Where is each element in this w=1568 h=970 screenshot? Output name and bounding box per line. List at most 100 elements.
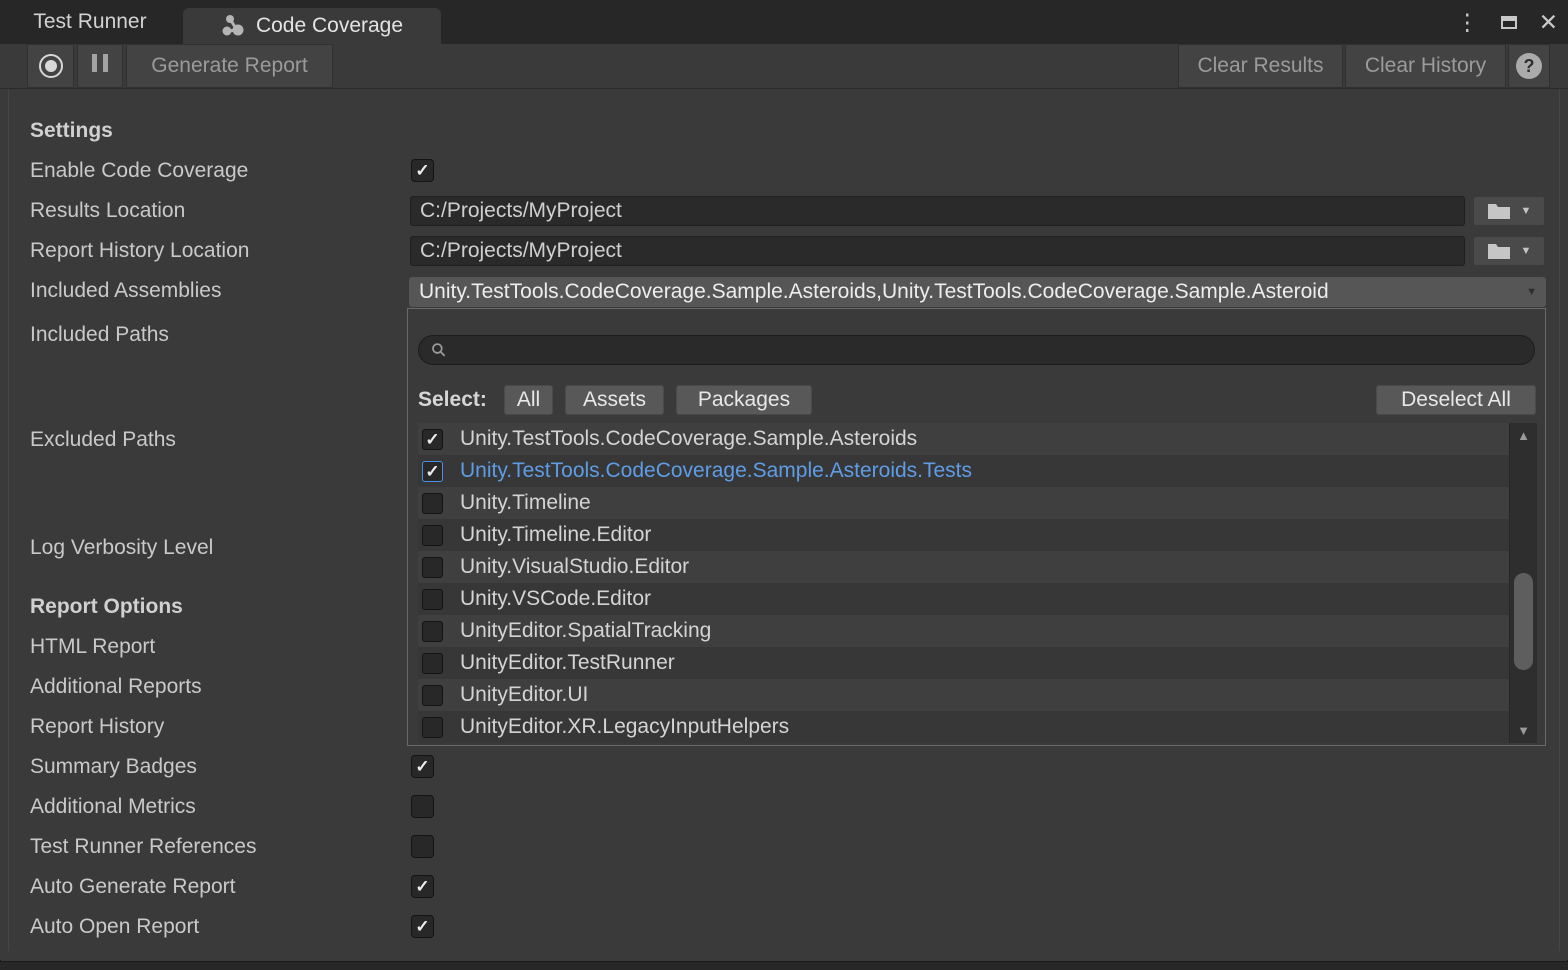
- assembly-checkbox[interactable]: ✓: [422, 685, 443, 706]
- window-controls: ⋮ ✕: [1456, 0, 1558, 44]
- enable-code-coverage-checkbox[interactable]: ✓: [411, 159, 434, 182]
- select-packages-button[interactable]: Packages: [676, 385, 812, 415]
- assembly-checkbox[interactable]: ✓: [422, 525, 443, 546]
- report-history-location-label: Report History Location: [30, 237, 249, 265]
- assembly-checkbox[interactable]: ✓: [422, 653, 443, 674]
- included-paths-label: Included Paths: [30, 321, 169, 349]
- scroll-down-icon[interactable]: ▼: [1510, 724, 1537, 737]
- summary-badges-checkbox[interactable]: ✓: [411, 755, 434, 778]
- dropdown-arrow-icon: ▼: [1526, 287, 1537, 298]
- report-history-label: Report History: [30, 713, 164, 741]
- pause-icon: [89, 54, 111, 78]
- left-frame-divider: [8, 89, 9, 951]
- assembly-checkbox[interactable]: ✓: [422, 717, 443, 738]
- kebab-menu-icon[interactable]: ⋮: [1456, 11, 1479, 34]
- window-bottom-edge: [0, 961, 1568, 970]
- settings-section-title: Settings: [30, 117, 113, 145]
- results-location-field[interactable]: C:/Projects/MyProject: [410, 196, 1465, 226]
- included-assemblies-value: Unity.TestTools.CodeCoverage.Sample.Aste…: [419, 280, 1329, 303]
- clear-history-button[interactable]: Clear History: [1345, 44, 1506, 88]
- record-icon: [39, 54, 63, 78]
- deselect-all-button[interactable]: Deselect All: [1376, 385, 1536, 415]
- select-assets-button[interactable]: Assets: [565, 385, 664, 415]
- tab-code-coverage[interactable]: Code Coverage: [183, 8, 441, 44]
- assembly-list-item[interactable]: ✓ UnityEditor.TestRunner: [418, 647, 1537, 679]
- excluded-paths-label: Excluded Paths: [30, 426, 176, 454]
- close-icon[interactable]: ✕: [1539, 11, 1558, 34]
- additional-metrics-label: Additional Metrics: [30, 793, 196, 821]
- folder-icon: [1487, 202, 1511, 220]
- scroll-up-icon[interactable]: ▲: [1510, 429, 1537, 442]
- check-icon: ✓: [415, 878, 429, 895]
- html-report-label: HTML Report: [30, 633, 155, 661]
- generate-report-button[interactable]: Generate Report: [126, 44, 333, 88]
- select-all-button[interactable]: All: [504, 385, 553, 415]
- assembly-checkbox[interactable]: ✓: [422, 621, 443, 642]
- clear-results-button[interactable]: Clear Results: [1178, 44, 1343, 88]
- assembly-list-item[interactable]: ✓ Unity.TestTools.CodeCoverage.Sample.As…: [418, 423, 1537, 455]
- assembly-name: Unity.VisualStudio.Editor: [460, 555, 689, 579]
- additional-metrics-checkbox[interactable]: ✓: [411, 795, 434, 818]
- results-location-browse-button[interactable]: ▼: [1473, 196, 1545, 226]
- assembly-list-item[interactable]: ✓ UnityEditor.SpatialTracking: [418, 615, 1537, 647]
- help-button[interactable]: ?: [1508, 44, 1550, 88]
- assembly-search[interactable]: [418, 335, 1535, 365]
- assembly-list-item[interactable]: ✓ UnityEditor.UI: [418, 679, 1537, 711]
- assembly-list-item[interactable]: ✓ Unity.VSCode.Editor: [418, 583, 1537, 615]
- search-icon: [431, 342, 447, 358]
- report-history-location-field[interactable]: C:/Projects/MyProject: [410, 236, 1465, 266]
- assembly-list-item[interactable]: ✓ Unity.Timeline: [418, 487, 1537, 519]
- check-icon: ✓: [425, 463, 439, 480]
- assembly-name: Unity.VSCode.Editor: [460, 587, 651, 611]
- auto-generate-report-label: Auto Generate Report: [30, 873, 235, 901]
- dropdown-arrow-icon: ▼: [1521, 206, 1532, 217]
- assembly-list-item[interactable]: ✓ Unity.Timeline.Editor: [418, 519, 1537, 551]
- assembly-name: Unity.TestTools.CodeCoverage.Sample.Aste…: [460, 427, 917, 451]
- pause-button[interactable]: [77, 44, 123, 88]
- assembly-checkbox[interactable]: ✓: [422, 429, 443, 450]
- assembly-checkbox[interactable]: ✓: [422, 461, 443, 482]
- assembly-list-scrollbar[interactable]: ▲ ▼: [1509, 423, 1537, 743]
- assembly-name: Unity.Timeline.Editor: [460, 523, 651, 547]
- tab-test-runner[interactable]: Test Runner: [0, 0, 180, 44]
- assembly-name: Unity.Timeline: [460, 491, 591, 515]
- report-history-browse-button[interactable]: ▼: [1473, 236, 1545, 266]
- settings-panel: Settings Enable Code Coverage Results Lo…: [0, 89, 1568, 960]
- scroll-thumb[interactable]: [1514, 573, 1533, 670]
- additional-reports-label: Additional Reports: [30, 673, 202, 701]
- right-frame-divider: [1559, 89, 1560, 951]
- assembly-checkbox[interactable]: ✓: [422, 493, 443, 514]
- dropdown-arrow-icon: ▼: [1521, 246, 1532, 257]
- assembly-list-item[interactable]: ✓ UnityEditor.XR.LegacyInputHelpers: [418, 711, 1537, 743]
- titlebar: Test Runner Code Coverage ⋮ ✕: [0, 0, 1568, 44]
- assembly-search-input[interactable]: [455, 338, 1522, 363]
- assembly-list: ✓ Unity.TestTools.CodeCoverage.Sample.As…: [418, 423, 1537, 743]
- assembly-name: UnityEditor.TestRunner: [460, 651, 675, 675]
- auto-open-report-checkbox[interactable]: ✓: [411, 915, 434, 938]
- assembly-checkbox[interactable]: ✓: [422, 557, 443, 578]
- check-icon: ✓: [415, 162, 429, 179]
- included-assemblies-dropdown[interactable]: Unity.TestTools.CodeCoverage.Sample.Aste…: [409, 277, 1546, 307]
- check-icon: ✓: [415, 918, 429, 935]
- assembly-name: Unity.TestTools.CodeCoverage.Sample.Aste…: [460, 459, 972, 483]
- check-icon: ✓: [425, 431, 439, 448]
- test-runner-references-checkbox[interactable]: ✓: [411, 835, 434, 858]
- folder-icon: [1487, 242, 1511, 260]
- check-icon: ✓: [415, 758, 429, 775]
- tab-test-runner-label: Test Runner: [33, 10, 146, 34]
- code-coverage-icon: [221, 13, 247, 39]
- assembly-name: UnityEditor.XR.LegacyInputHelpers: [460, 715, 789, 739]
- toolbar: Generate Report Clear Results Clear Hist…: [0, 44, 1568, 89]
- test-runner-references-label: Test Runner References: [30, 833, 256, 861]
- record-button[interactable]: [27, 44, 74, 88]
- assembly-list-item[interactable]: ✓ Unity.TestTools.CodeCoverage.Sample.As…: [418, 455, 1537, 487]
- included-assemblies-label: Included Assemblies: [30, 277, 221, 305]
- auto-generate-report-checkbox[interactable]: ✓: [411, 875, 434, 898]
- help-icon: ?: [1516, 53, 1542, 79]
- assembly-name: UnityEditor.SpatialTracking: [460, 619, 711, 643]
- assembly-checkbox[interactable]: ✓: [422, 589, 443, 610]
- assembly-list-item[interactable]: ✓ Unity.VisualStudio.Editor: [418, 551, 1537, 583]
- report-options-section-title: Report Options: [30, 593, 183, 621]
- assembly-name: UnityEditor.UI: [460, 683, 588, 707]
- maximize-icon[interactable]: [1501, 16, 1517, 29]
